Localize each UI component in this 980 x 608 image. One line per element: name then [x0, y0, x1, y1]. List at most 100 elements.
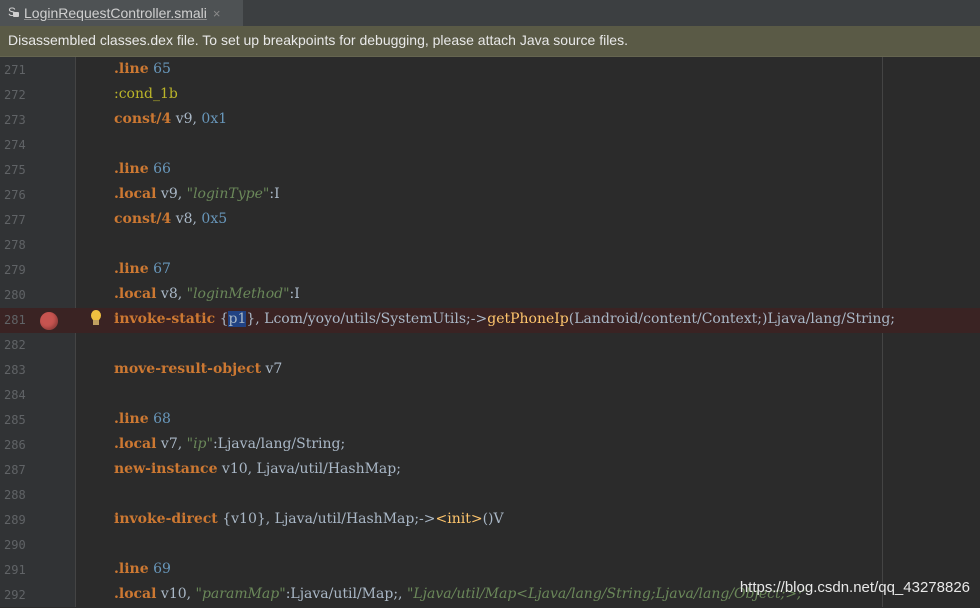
notification-banner: Disassembled classes.dex file. To set up… [0, 26, 980, 57]
code-line[interactable]: 284 [0, 383, 980, 408]
code-token: 0x1 [201, 111, 228, 127]
code-line[interactable]: 281 invoke-static {p1}, Lcom/yoyo/utils/S… [0, 308, 980, 333]
code-token: move-result-object [114, 361, 262, 377]
code-line[interactable]: 290 [0, 533, 980, 558]
line-number[interactable]: 282 [4, 338, 40, 352]
code-token: :cond_1b [114, 86, 178, 102]
code-text[interactable]: .local v8, "loginMethod":I [114, 286, 300, 302]
line-number[interactable]: 276 [4, 188, 40, 202]
code-token: <init> [435, 511, 483, 527]
line-number[interactable]: 284 [4, 388, 40, 402]
banner-text: Disassembled classes.dex file. To set up… [8, 32, 628, 48]
code-token: const/4 [114, 211, 172, 227]
line-number[interactable]: 290 [4, 538, 40, 552]
editor-tab-bar: S LoginRequestController.smali × [0, 0, 980, 26]
code-token: new-instance [114, 461, 218, 477]
line-number[interactable]: 278 [4, 238, 40, 252]
code-text[interactable]: .local v7, "ip":Ljava/lang/String; [114, 436, 345, 452]
code-token: :I [269, 186, 280, 202]
code-line[interactable]: 288 [0, 483, 980, 508]
code-text[interactable]: :cond_1b [114, 86, 178, 102]
line-number[interactable]: 288 [4, 488, 40, 502]
code-token: const/4 [114, 111, 172, 127]
code-token: .local [114, 586, 157, 602]
line-number[interactable]: 273 [4, 113, 40, 127]
code-text[interactable]: .line 69 [114, 561, 171, 577]
line-number[interactable]: 274 [4, 138, 40, 152]
code-token: 0x5 [201, 211, 228, 227]
code-text[interactable]: .local v9, "loginType":I [114, 186, 280, 202]
code-text[interactable]: invoke-direct {v10}, Ljava/util/HashMap;… [114, 511, 504, 527]
code-text[interactable]: .line 68 [114, 411, 171, 427]
code-text[interactable]: move-result-object v7 [114, 361, 282, 377]
code-line[interactable]: 276 .local v9, "loginType":I [0, 183, 980, 208]
code-text[interactable]: .line 65 [114, 61, 171, 77]
smali-file-icon: S [8, 5, 20, 21]
line-number[interactable]: 272 [4, 88, 40, 102]
code-token: {v10}, Ljava/util/HashMap;-> [217, 511, 436, 527]
code-text[interactable]: new-instance v10, Ljava/util/HashMap; [114, 461, 401, 477]
code-line[interactable]: 285 .line 68 [0, 408, 980, 433]
code-token: 67 [153, 261, 171, 277]
line-number[interactable]: 285 [4, 413, 40, 427]
code-token: v8, [156, 286, 187, 302]
line-number[interactable]: 283 [4, 363, 40, 377]
code-token: .local [114, 286, 157, 302]
line-number[interactable]: 279 [4, 263, 40, 277]
tab-login-request-controller[interactable]: S LoginRequestController.smali × [0, 0, 243, 26]
code-token: v8, [171, 211, 202, 227]
line-number[interactable]: 277 [4, 213, 40, 227]
code-line[interactable]: 289 invoke-direct {v10}, Ljava/util/HashM… [0, 508, 980, 533]
code-line[interactable]: 277 const/4 v8, 0x5 [0, 208, 980, 233]
code-line[interactable]: 275 .line 66 [0, 158, 980, 183]
code-token: .line [114, 161, 149, 177]
code-token: ()V [482, 511, 504, 527]
line-number[interactable]: 287 [4, 463, 40, 477]
code-token: :Ljava/util/Map;, [285, 586, 407, 602]
line-number[interactable]: 281 [4, 313, 40, 327]
line-number[interactable]: 286 [4, 438, 40, 452]
close-icon[interactable]: × [213, 6, 221, 21]
code-token: 68 [153, 411, 171, 427]
code-text[interactable]: const/4 v9, 0x1 [114, 111, 227, 127]
line-number[interactable]: 271 [4, 63, 40, 77]
code-line[interactable]: 279 .line 67 [0, 258, 980, 283]
breakpoint-icon[interactable] [40, 312, 58, 330]
code-line[interactable]: 282 [0, 333, 980, 358]
code-token: { [215, 311, 229, 327]
code-line[interactable]: 271 .line 65 [0, 58, 980, 83]
code-token: "loginType" [186, 186, 270, 202]
code-line[interactable]: 287 new-instance v10, Ljava/util/HashMap; [0, 458, 980, 483]
code-token: "paramMap" [195, 586, 286, 602]
code-token: invoke-direct [114, 511, 218, 527]
line-number[interactable]: 280 [4, 288, 40, 302]
code-text[interactable]: .local v10, "paramMap":Ljava/util/Map;, … [114, 586, 808, 602]
code-token: 65 [153, 61, 171, 77]
code-line[interactable]: 283 move-result-object v7 [0, 358, 980, 383]
code-token: 69 [153, 561, 171, 577]
lightbulb-icon[interactable] [89, 310, 103, 330]
line-number[interactable]: 275 [4, 163, 40, 177]
code-text[interactable]: const/4 v8, 0x5 [114, 211, 227, 227]
code-text[interactable]: invoke-static {p1}, Lcom/yoyo/utils/Syst… [114, 311, 895, 327]
watermark-text: https://blog.csdn.net/qq_43278826 [739, 579, 970, 596]
line-number[interactable]: 291 [4, 563, 40, 577]
code-token: v7 [261, 361, 283, 377]
code-token: 66 [153, 161, 171, 177]
code-line[interactable]: 286 .local v7, "ip":Ljava/lang/String; [0, 433, 980, 458]
line-number[interactable]: 289 [4, 513, 40, 527]
code-token: .line [114, 261, 149, 277]
code-text[interactable]: .line 66 [114, 161, 171, 177]
code-token: v10, [156, 586, 196, 602]
code-token: invoke-static [114, 311, 216, 327]
code-token: .line [114, 561, 149, 577]
line-number[interactable]: 292 [4, 588, 40, 602]
code-line[interactable]: 274 [0, 133, 980, 158]
code-line[interactable]: 280 .local v8, "loginMethod":I [0, 283, 980, 308]
code-text[interactable]: .line 67 [114, 261, 171, 277]
code-line[interactable]: 273 const/4 v9, 0x1 [0, 108, 980, 133]
code-line[interactable]: 272 :cond_1b [0, 83, 980, 108]
code-token: v7, [156, 436, 187, 452]
code-line[interactable]: 278 [0, 233, 980, 258]
code-token: p1 [228, 311, 247, 327]
